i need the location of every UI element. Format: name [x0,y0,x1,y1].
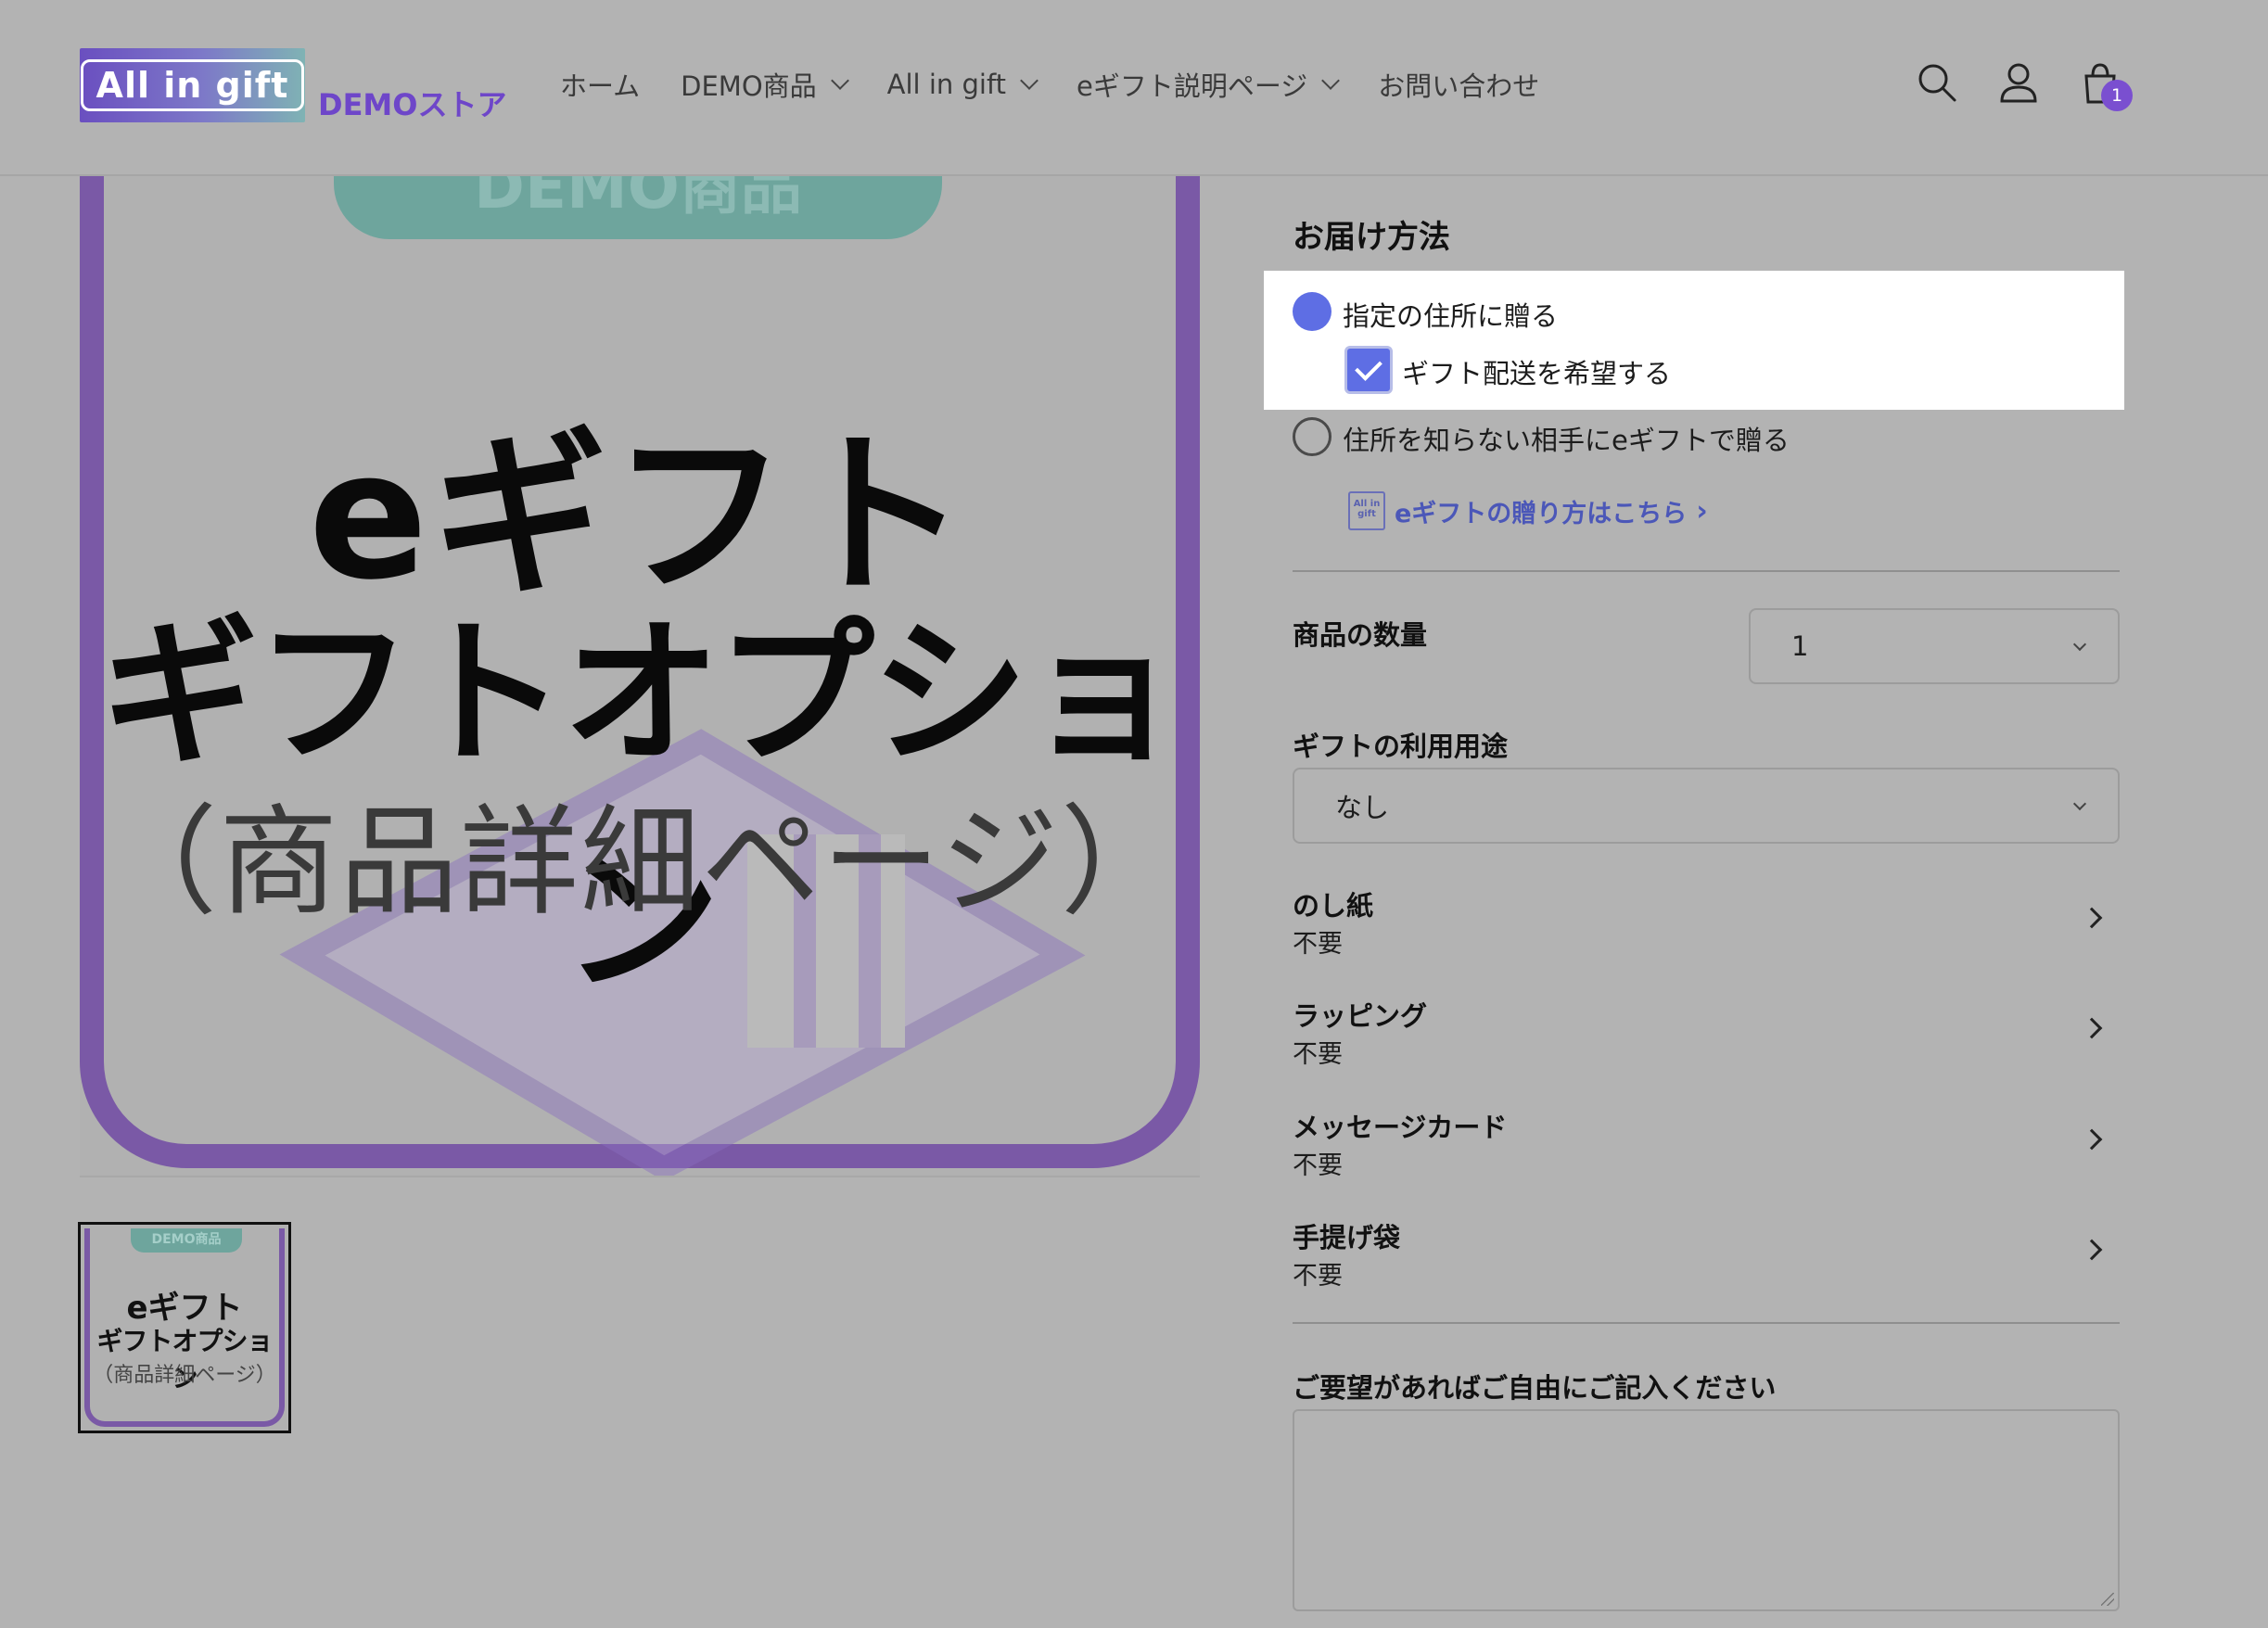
nav-item-all-in-gift[interactable]: All in gift [886,69,1038,100]
chevron-down-icon [2072,637,2087,652]
nav-label: DEMO商品 [681,70,817,102]
chevron-down-icon [830,71,849,90]
chevron-down-icon [1020,71,1038,90]
thumbnail-pill: DEMO商品 [131,1228,242,1253]
store-logo[interactable]: All in gift [80,48,305,122]
option-name: ラッピング [1293,1000,1428,1032]
request-textarea[interactable] [1293,1409,2120,1611]
gift-shipping-checkbox[interactable] [1344,346,1393,394]
resize-handle-icon[interactable] [2101,1593,2114,1606]
chevron-down-icon [1321,71,1341,90]
request-label: ご要望があればご自由にご記入ください [1293,1372,1777,1404]
egift-link-text: eギフトの贈り方はこちら [1395,499,1688,528]
option-name: のし紙 [1293,890,1374,922]
nav-label: eギフト説明ページ [1077,70,1308,102]
thumbnail-line3: （商品詳細ページ） [93,1364,276,1387]
option-row-wrapping[interactable]: ラッピング 不要 [1293,995,2120,1078]
store-name[interactable]: DEMOストア [318,82,506,124]
option-value: 不要 [1293,930,1343,959]
thumbnail-frame: DEMO商品 eギフト ギフトオプション （商品詳細ページ） [84,1228,285,1427]
usage-select[interactable]: なし [1293,768,2120,844]
site-header: All in gift DEMOストア ホーム DEMO商品 All in gi… [0,0,2268,176]
nav-label: お問い合わせ [1378,70,1540,102]
cart-count-badge: 1 [2101,80,2133,111]
logo-text: All in gift [80,59,305,111]
nav-label: All in gift [886,69,1007,100]
chevron-right-icon [2081,1128,2103,1151]
chevron-right-icon [2081,907,2103,929]
option-value: 不要 [1293,1262,1343,1291]
chevron-right-icon [2081,1017,2103,1039]
quantity-select[interactable]: 1 [1749,608,2120,684]
chevron-right-icon: › [1696,494,1708,528]
selected-option-highlight [1264,271,2124,410]
option-egift-label[interactable]: 住所を知らない相手にeギフトで贈る [1343,419,1790,458]
product-thumbnail[interactable]: DEMO商品 eギフト ギフトオプション （商品詳細ページ） [78,1222,291,1433]
option-address-label[interactable]: 指定の住所に贈る [1343,295,1558,334]
main-nav: ホーム DEMO商品 All in gift eギフト説明ページ お問い合わせ [560,65,1539,104]
product-main-image[interactable]: DEMO商品 eギフト ギフトオプション （商品詳細ページ） [80,102,1200,1177]
quantity-label: 商品の数量 [1293,619,1428,651]
quantity-value: 1 [1791,630,1809,662]
nav-item-demo-products[interactable]: DEMO商品 [681,65,849,104]
usage-label: ギフトの利用用途 [1293,731,1509,762]
section-divider [1293,570,2120,572]
nav-item-egift-guide[interactable]: eギフト説明ページ [1077,65,1341,104]
section-divider [1293,1322,2120,1324]
option-name: 手提げ袋 [1293,1222,1401,1253]
radio-address-selected[interactable] [1293,292,1331,331]
nav-label: ホーム [560,70,641,102]
account-icon[interactable] [1997,61,2040,104]
chevron-right-icon [2081,1239,2103,1261]
usage-value: なし [1335,792,1390,823]
egift-howto-link[interactable]: All in gift eギフトの贈り方はこちら › [1348,491,1708,530]
option-name: メッセージカード [1293,1112,1508,1143]
delivery-method-title: お届け方法 [1293,219,1450,256]
all-in-gift-icon: All in gift [1348,491,1385,530]
option-row-noshi[interactable]: のし紙 不要 [1293,884,2120,968]
option-value: 不要 [1293,1040,1343,1069]
chevron-down-icon [2072,796,2087,811]
search-icon[interactable] [1916,61,1958,104]
option-row-carrier-bag[interactable]: 手提げ袋 不要 [1293,1216,2120,1300]
radio-egift[interactable] [1293,417,1331,456]
nav-item-home[interactable]: ホーム [560,65,640,104]
nav-item-contact[interactable]: お問い合わせ [1378,65,1539,104]
option-row-message-card[interactable]: メッセージカード 不要 [1293,1106,2120,1189]
option-value: 不要 [1293,1151,1343,1180]
gift-shipping-label[interactable]: ギフト配送を希望する [1402,352,1671,391]
image-title-line3: （商品詳細ページ） [98,794,1181,932]
